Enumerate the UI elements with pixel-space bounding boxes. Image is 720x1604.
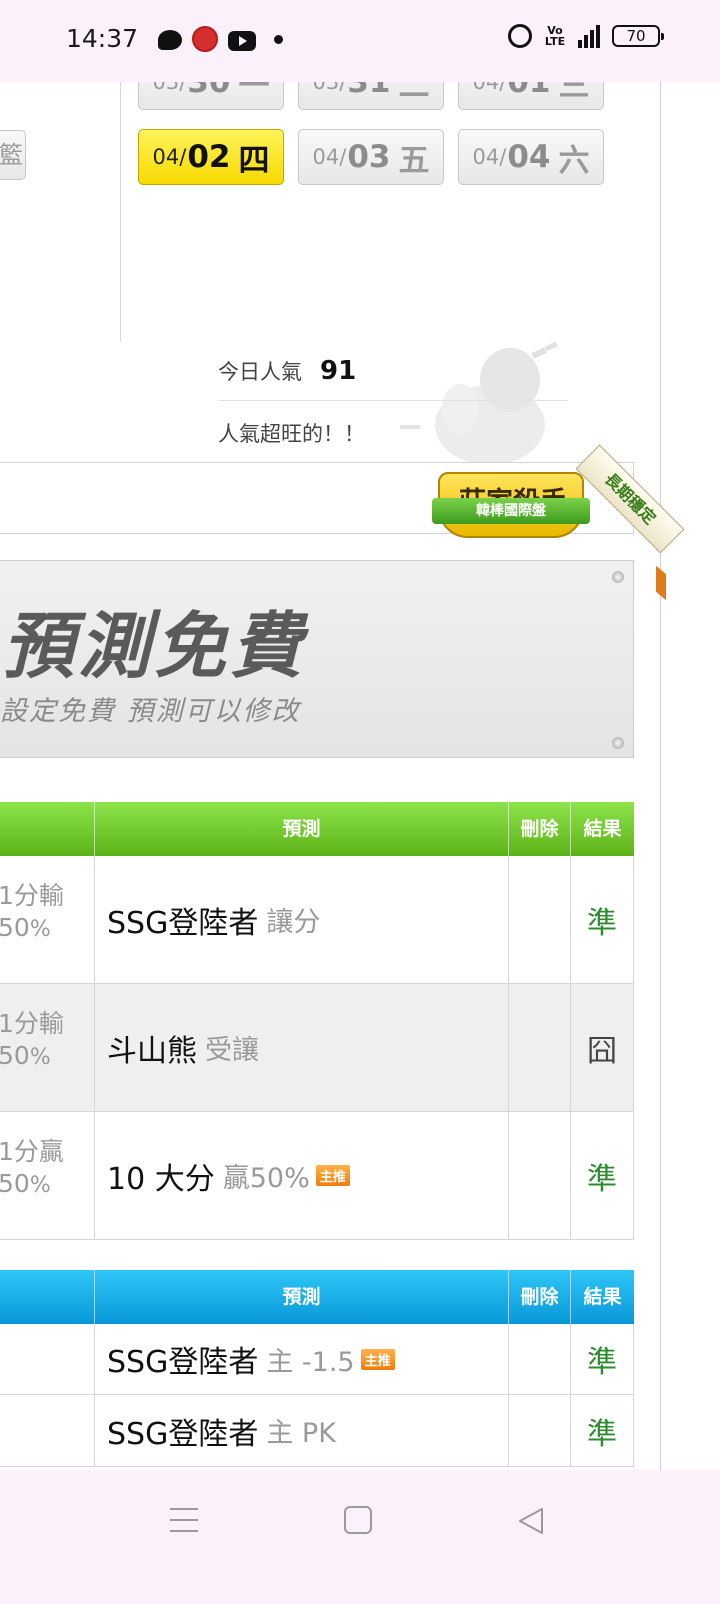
bet-type: 主 PK: [266, 1418, 336, 1449]
result-mark: 囧: [587, 1033, 617, 1069]
date-button-0404[interactable]: 04/04 六: [458, 129, 604, 185]
award-badge: 莊家殺手 韓棒國際盤 長期穩定: [430, 444, 685, 604]
menu-icon[interactable]: [170, 1508, 198, 1532]
app-icon: [192, 26, 218, 52]
bet-type: 受讓: [205, 1035, 259, 1066]
odds-percent: 50: [0, 1041, 30, 1070]
status-time: 14:37: [66, 24, 139, 53]
team-name: SSG登陸者: [107, 1416, 259, 1452]
result-mark: 準: [587, 1416, 617, 1452]
column-header: [0, 1270, 95, 1324]
featured-tag: 主推: [315, 1165, 350, 1186]
battery-icon: 70: [612, 25, 664, 47]
column-header-result: 結果: [583, 818, 622, 840]
team-name: 10 大分: [107, 1161, 215, 1197]
volte-icon: Vo LTE: [544, 24, 566, 48]
delete-cell[interactable]: [509, 856, 571, 983]
chat-icon: [158, 30, 182, 50]
bet-type: 贏50%: [222, 1163, 310, 1194]
screw-icon: [612, 737, 624, 749]
table-row: 1分輸 50% 斗山熊 受讓 囧: [0, 984, 634, 1112]
navigation-bar: [0, 1470, 720, 1604]
popularity-count: 91: [320, 356, 357, 386]
column-header-delete: 刪除: [509, 802, 571, 856]
back-icon[interactable]: [516, 1506, 546, 1536]
column-header-delete: 刪除: [509, 1270, 571, 1324]
result-mark: 準: [587, 1161, 617, 1197]
odds-text: 1分輸: [0, 1009, 64, 1038]
table-row: SSG登陸者主 PK 準: [0, 1395, 634, 1467]
delete-cell[interactable]: [509, 1112, 571, 1239]
odds-percent: 50: [0, 913, 30, 942]
result-mark: 準: [587, 1345, 617, 1380]
badge-sash: 長期穩定: [575, 444, 685, 554]
odds-text: 1分輸: [0, 881, 64, 910]
delete-cell[interactable]: [509, 1395, 571, 1466]
banner-subline: 設定免費 預測可以修改: [0, 696, 301, 727]
odds-percent: 50: [0, 1169, 30, 1198]
category-button[interactable]: 籃: [0, 130, 26, 180]
date-button-0330[interactable]: 03/30 一: [138, 82, 284, 110]
system-icons: Vo LTE 70: [508, 24, 664, 48]
team-name: SSG登陸者: [107, 905, 259, 941]
divider: [218, 400, 568, 401]
popularity-label: 今日人氣: [218, 360, 302, 384]
divider: [120, 82, 121, 342]
badge-tail: [656, 565, 666, 601]
featured-tag: 主推: [360, 1348, 395, 1370]
badge-ribbon: 韓棒國際盤: [432, 498, 590, 524]
column-header-prediction: 預測: [95, 802, 509, 856]
table-header: 預測 刪除 結果: [0, 802, 634, 856]
delete-cell[interactable]: [509, 984, 571, 1111]
popularity-row: 今日人氣 91: [218, 356, 356, 386]
date-button-0401[interactable]: 04/01 三: [458, 82, 604, 110]
bet-type: 讓分: [266, 907, 321, 938]
banner-headline: 預測免費: [2, 603, 307, 688]
divider: [660, 82, 661, 1470]
dot-icon: [274, 34, 283, 44]
team-name: 斗山熊: [107, 1033, 197, 1069]
table-row: 1分輸 50% SSG登陸者 讓分 準: [0, 856, 634, 984]
popularity-message: 人氣超旺的！！: [218, 422, 365, 446]
youtube-icon: [228, 30, 256, 51]
date-button-0403[interactable]: 04/03 五: [298, 129, 444, 185]
page-content: 籃 03/30 一 03/31 二 04/01 三 04/02 四 04/03 五 04/…: [0, 82, 720, 1470]
column-header-result: 結果: [583, 1286, 622, 1308]
column-header: [0, 802, 95, 856]
home-icon[interactable]: [344, 1506, 372, 1534]
odds-text: 1分贏: [0, 1137, 64, 1166]
date-button-0331[interactable]: 03/31 二: [298, 82, 444, 110]
table-header: 預測 刪除 結果: [0, 1270, 634, 1324]
delete-cell[interactable]: [509, 1324, 571, 1394]
notification-icons: [158, 26, 283, 52]
table-row: SSG登陸者主 -1.5 主推 準: [0, 1324, 634, 1395]
bet-type: 主 -1.5: [266, 1346, 355, 1378]
alarm-icon: [508, 24, 532, 48]
signal-icon: [578, 24, 600, 48]
column-header-prediction: 預測: [95, 1270, 509, 1324]
table-row: 1分贏 50% 10 大分 贏50% 主推 準: [0, 1112, 634, 1240]
result-mark: 準: [587, 905, 617, 941]
team-name: SSG登陸者: [107, 1345, 259, 1380]
date-button-0402[interactable]: 04/02 四: [138, 129, 284, 185]
status-bar: 14:37 Vo LTE 70: [0, 0, 720, 82]
